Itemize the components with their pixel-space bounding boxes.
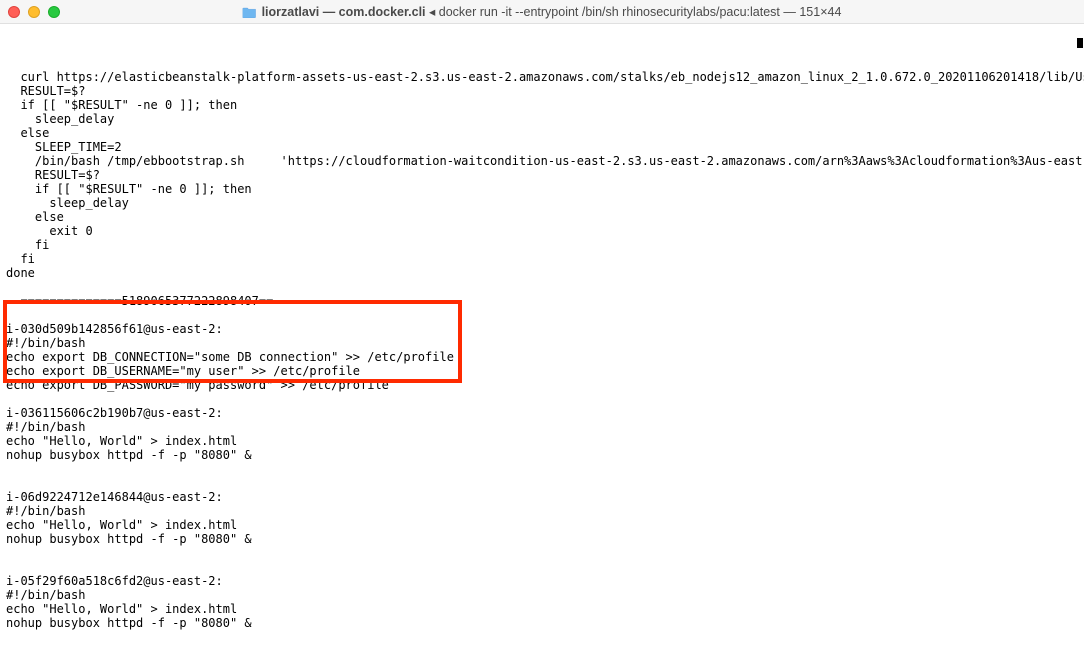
terminal-line: if [[ "$RESULT" -ne 0 ]]; then — [6, 98, 1078, 112]
terminal-line: i-030d509b142856f61@us-east-2: — [6, 322, 1078, 336]
terminal-line: echo export DB_USERNAME="my user" >> /et… — [6, 364, 1078, 378]
terminal-line: nohup busybox httpd -f -p "8080" & — [6, 616, 1078, 630]
traffic-lights — [8, 6, 60, 18]
terminal-line: i-036115606c2b190b7@us-east-2: — [6, 406, 1078, 420]
terminal-line: echo "Hello, World" > index.html — [6, 602, 1078, 616]
terminal-line: if [[ "$RESULT" -ne 0 ]]; then — [6, 182, 1078, 196]
window-title: liorzatlavi — com.docker.cli ◂ docker ru… — [243, 4, 842, 19]
terminal-line: echo export DB_PASSWORD="my password" >>… — [6, 378, 1078, 392]
terminal-line: fi — [6, 252, 1078, 266]
terminal-line: done — [6, 266, 1078, 280]
terminal-line: echo "Hello, World" > index.html — [6, 518, 1078, 532]
terminal-line — [6, 630, 1078, 644]
terminal-line: #!/bin/bash — [6, 504, 1078, 518]
terminal-output[interactable]: curl https://elasticbeanstalk-platform-a… — [0, 24, 1084, 651]
window-title-text: liorzatlavi — com.docker.cli ◂ docker ru… — [262, 4, 842, 19]
terminal-line: #!/bin/bash — [6, 336, 1078, 350]
terminal-line: echo "Hello, World" > index.html — [6, 434, 1078, 448]
terminal-line: nohup busybox httpd -f -p "8080" & — [6, 532, 1078, 546]
terminal-line — [6, 476, 1078, 490]
terminal-line: else — [6, 210, 1078, 224]
terminal-line: curl https://elasticbeanstalk-platform-a… — [6, 70, 1078, 84]
terminal-line — [6, 280, 1078, 294]
terminal-line: i-05f29f60a518c6fd2@us-east-2: — [6, 574, 1078, 588]
terminal-line — [6, 560, 1078, 574]
terminal-line: RESULT=$? — [6, 84, 1078, 98]
terminal-line: RESULT=$? — [6, 168, 1078, 182]
close-icon[interactable] — [8, 6, 20, 18]
folder-icon — [243, 6, 257, 18]
terminal-line: nohup busybox httpd -f -p "8080" & — [6, 448, 1078, 462]
terminal-line: sleep_delay — [6, 112, 1078, 126]
terminal-line: fi — [6, 238, 1078, 252]
minimize-icon[interactable] — [28, 6, 40, 18]
terminal-line — [6, 392, 1078, 406]
terminal-line — [6, 644, 1078, 651]
terminal-line: echo export DB_CONNECTION="some DB conne… — [6, 350, 1078, 364]
terminal-line: #!/bin/bash — [6, 420, 1078, 434]
scroll-indicator — [1077, 38, 1083, 48]
terminal-line: sleep_delay — [6, 196, 1078, 210]
terminal-line: #!/bin/bash — [6, 588, 1078, 602]
maximize-icon[interactable] — [48, 6, 60, 18]
terminal-line: --==============5189065377222898407==-- — [6, 294, 1078, 308]
titlebar: liorzatlavi — com.docker.cli ◂ docker ru… — [0, 0, 1084, 24]
terminal-line — [6, 546, 1078, 560]
terminal-line: SLEEP_TIME=2 — [6, 140, 1078, 154]
terminal-line — [6, 308, 1078, 322]
terminal-line: else — [6, 126, 1078, 140]
terminal-line: /bin/bash /tmp/ebbootstrap.sh 'https://c… — [6, 154, 1078, 168]
terminal-line: exit 0 — [6, 224, 1078, 238]
terminal-line: i-06d9224712e146844@us-east-2: — [6, 490, 1078, 504]
terminal-line — [6, 462, 1078, 476]
